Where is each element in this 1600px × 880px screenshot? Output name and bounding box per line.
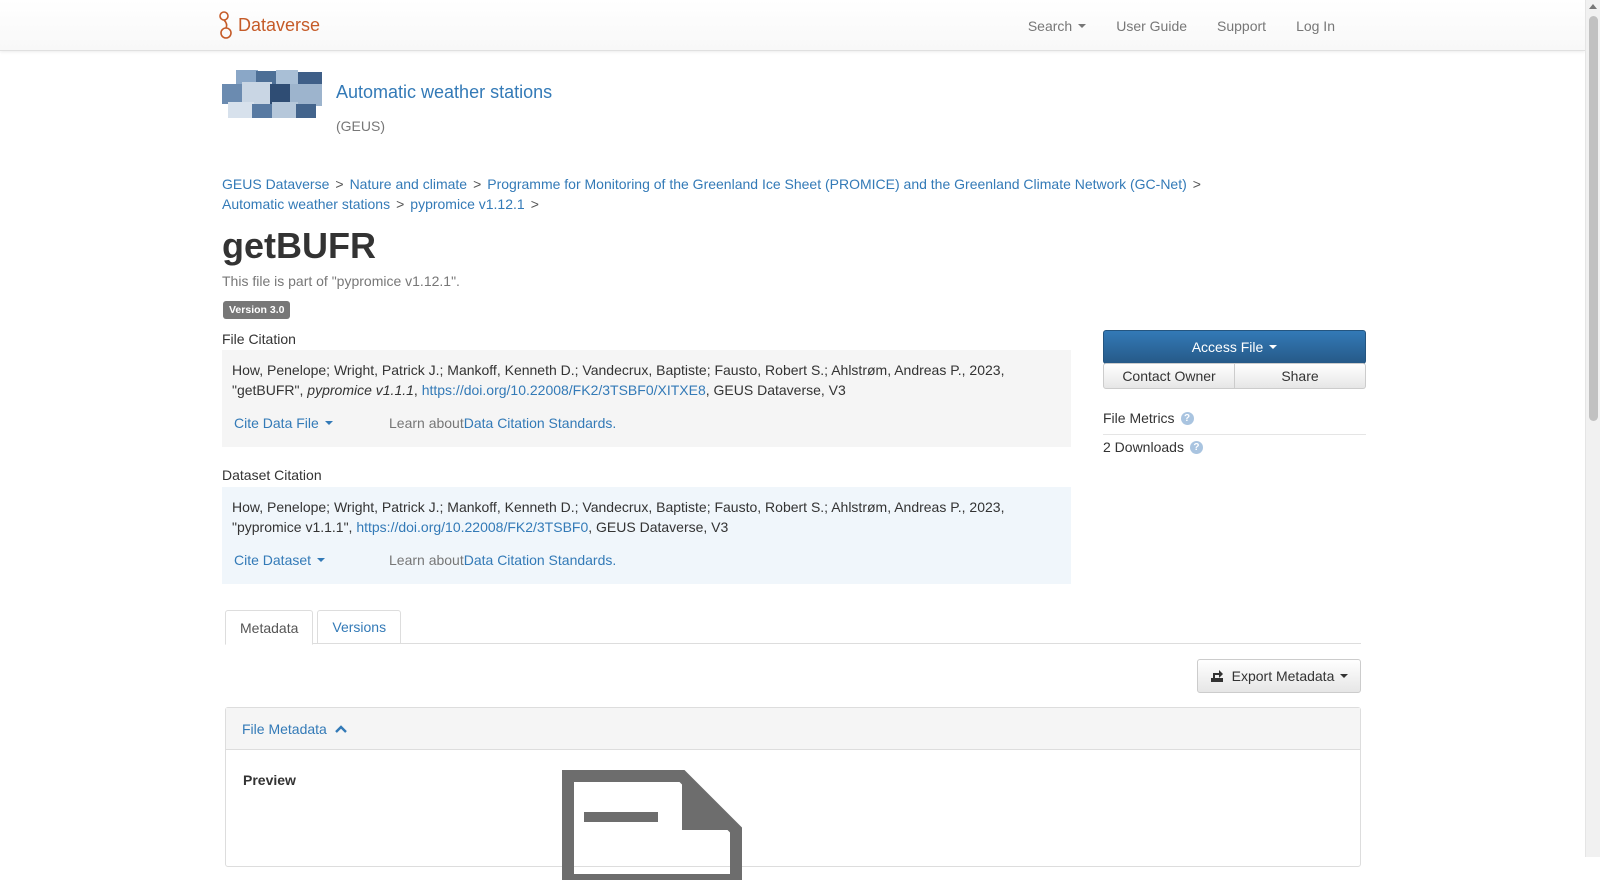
caret-down-icon — [317, 558, 326, 562]
version-badge: Version 3.0 — [223, 301, 291, 319]
scroll-up-arrow-icon[interactable] — [1589, 4, 1597, 9]
citation-separator: , — [413, 382, 422, 398]
citation-publisher: , GEUS Dataverse, V3 — [588, 519, 729, 535]
breadcrumb-item[interactable]: GEUS Dataverse — [222, 176, 329, 192]
access-file-label: Access File — [1191, 339, 1264, 355]
dataverse-name-link[interactable]: Automatic weather stations — [336, 82, 552, 103]
learn-about-text: Learn about — [389, 415, 464, 431]
file-document-icon — [562, 770, 742, 880]
access-file-button[interactable]: Access File — [1103, 330, 1366, 364]
file-citation-heading: File Citation — [222, 331, 296, 347]
breadcrumb: GEUS Dataverse > Nature and climate > Progra… — [222, 174, 1222, 214]
file-metadata-title: File Metadata — [242, 720, 327, 737]
breadcrumb-separator: > — [1192, 176, 1201, 192]
export-metadata-button[interactable]: Export Metadata — [1197, 659, 1361, 693]
caret-down-icon — [1269, 345, 1278, 349]
breadcrumb-item[interactable]: Automatic weather stations — [222, 196, 390, 212]
file-cite-row: Cite Data File Learn about Data Citation… — [234, 413, 616, 433]
breadcrumb-separator: > — [396, 196, 405, 212]
tab-versions[interactable]: Versions — [317, 610, 402, 644]
caret-down-icon — [1340, 674, 1349, 678]
citation-publisher: , GEUS Dataverse, V3 — [705, 382, 846, 398]
breadcrumb-item[interactable]: Nature and climate — [350, 176, 468, 192]
export-metadata-label: Export Metadata — [1231, 668, 1335, 684]
breadcrumb-separator: > — [473, 176, 482, 192]
download-count-label: 2 Downloads — [1103, 439, 1184, 455]
caret-down-icon — [324, 421, 333, 425]
brand-name: Dataverse — [238, 14, 321, 35]
share-button[interactable]: Share — [1235, 363, 1366, 389]
dataverse-logo-icon — [219, 11, 232, 39]
dataverse-collection-logo[interactable] — [222, 70, 322, 120]
page-scrollbar[interactable] — [1585, 0, 1600, 857]
file-metadata-panel: File Metadata Preview — [225, 707, 1361, 880]
dataset-citation-heading: Dataset Citation — [222, 467, 322, 483]
scrollbar-thumb[interactable] — [1589, 16, 1598, 421]
dataverse-affiliation: (GEUS) — [336, 118, 385, 134]
question-circle-icon[interactable]: ? — [1180, 411, 1194, 425]
breadcrumb-separator: > — [530, 196, 539, 212]
data-citation-standards-link[interactable]: Data Citation Standards. — [464, 550, 617, 570]
breadcrumb-item[interactable]: Programme for Monitoring of the Greenlan… — [487, 176, 1187, 192]
owner-share-button-group: Contact Owner Share — [1103, 363, 1366, 389]
cite-data-file-dropdown[interactable]: Cite Data File — [234, 413, 389, 433]
breadcrumb-item[interactable]: pypromice v1.12.1 — [410, 196, 524, 212]
contact-owner-button[interactable]: Contact Owner — [1103, 363, 1235, 389]
tab-metadata[interactable]: Metadata — [225, 610, 314, 645]
question-circle-icon[interactable]: ? — [1189, 440, 1203, 454]
caret-down-icon — [1078, 23, 1087, 28]
data-citation-standards-link[interactable]: Data Citation Standards. — [464, 413, 617, 433]
file-metrics-heading: File Metrics ? — [1103, 410, 1366, 435]
navbar-menu: Search User Guide Support Log In — [998, 0, 1335, 51]
file-metadata-panel-header[interactable]: File Metadata — [226, 708, 1360, 750]
search-menu[interactable]: Search — [1027, 17, 1087, 34]
cite-dataset-label: Cite Dataset — [234, 552, 312, 568]
cite-data-file-label: Cite Data File — [234, 415, 319, 431]
file-citation-text: How, Penelope; Wright, Patrick J.; Manko… — [232, 360, 1061, 400]
dataset-cite-row: Cite Dataset Learn about Data Citation S… — [234, 550, 616, 570]
log-in-link[interactable]: Log In — [1296, 18, 1335, 34]
dataset-citation-box: How, Penelope; Wright, Patrick J.; Manko… — [222, 487, 1071, 584]
brand-link[interactable]: Dataverse — [218, 10, 320, 40]
export-icon — [1210, 670, 1223, 682]
preview-label: Preview — [243, 772, 296, 788]
learn-about-text: Learn about — [389, 552, 464, 568]
breadcrumb-separator: > — [335, 176, 344, 192]
part-of-dataset-note: This file is part of "pypromice v1.12.1"… — [222, 273, 460, 289]
file-metrics-label: File Metrics — [1103, 410, 1175, 426]
search-menu-label: Search — [1027, 17, 1073, 34]
top-navbar: Dataverse Search User Guide Support Log … — [0, 0, 1585, 51]
user-guide-link[interactable]: User Guide — [1116, 18, 1187, 34]
page-title: getBUFR — [222, 225, 376, 266]
citation-dataset-title: pypromice v1.1.1 — [307, 382, 414, 398]
dataset-doi-link[interactable]: https://doi.org/10.22008/FK2/3TSBF0 — [356, 519, 588, 535]
dataset-citation-text: How, Penelope; Wright, Patrick J.; Manko… — [232, 497, 1061, 537]
chevron-up-icon — [334, 724, 347, 733]
cite-dataset-dropdown[interactable]: Cite Dataset — [234, 550, 389, 570]
support-link[interactable]: Support — [1217, 18, 1266, 34]
file-doi-link[interactable]: https://doi.org/10.22008/FK2/3TSBF0/XITX… — [422, 382, 706, 398]
file-tabs: Metadata Versions — [225, 610, 1361, 645]
download-count: 2 Downloads ? — [1103, 439, 1203, 455]
file-citation-box: How, Penelope; Wright, Patrick J.; Manko… — [222, 350, 1071, 447]
